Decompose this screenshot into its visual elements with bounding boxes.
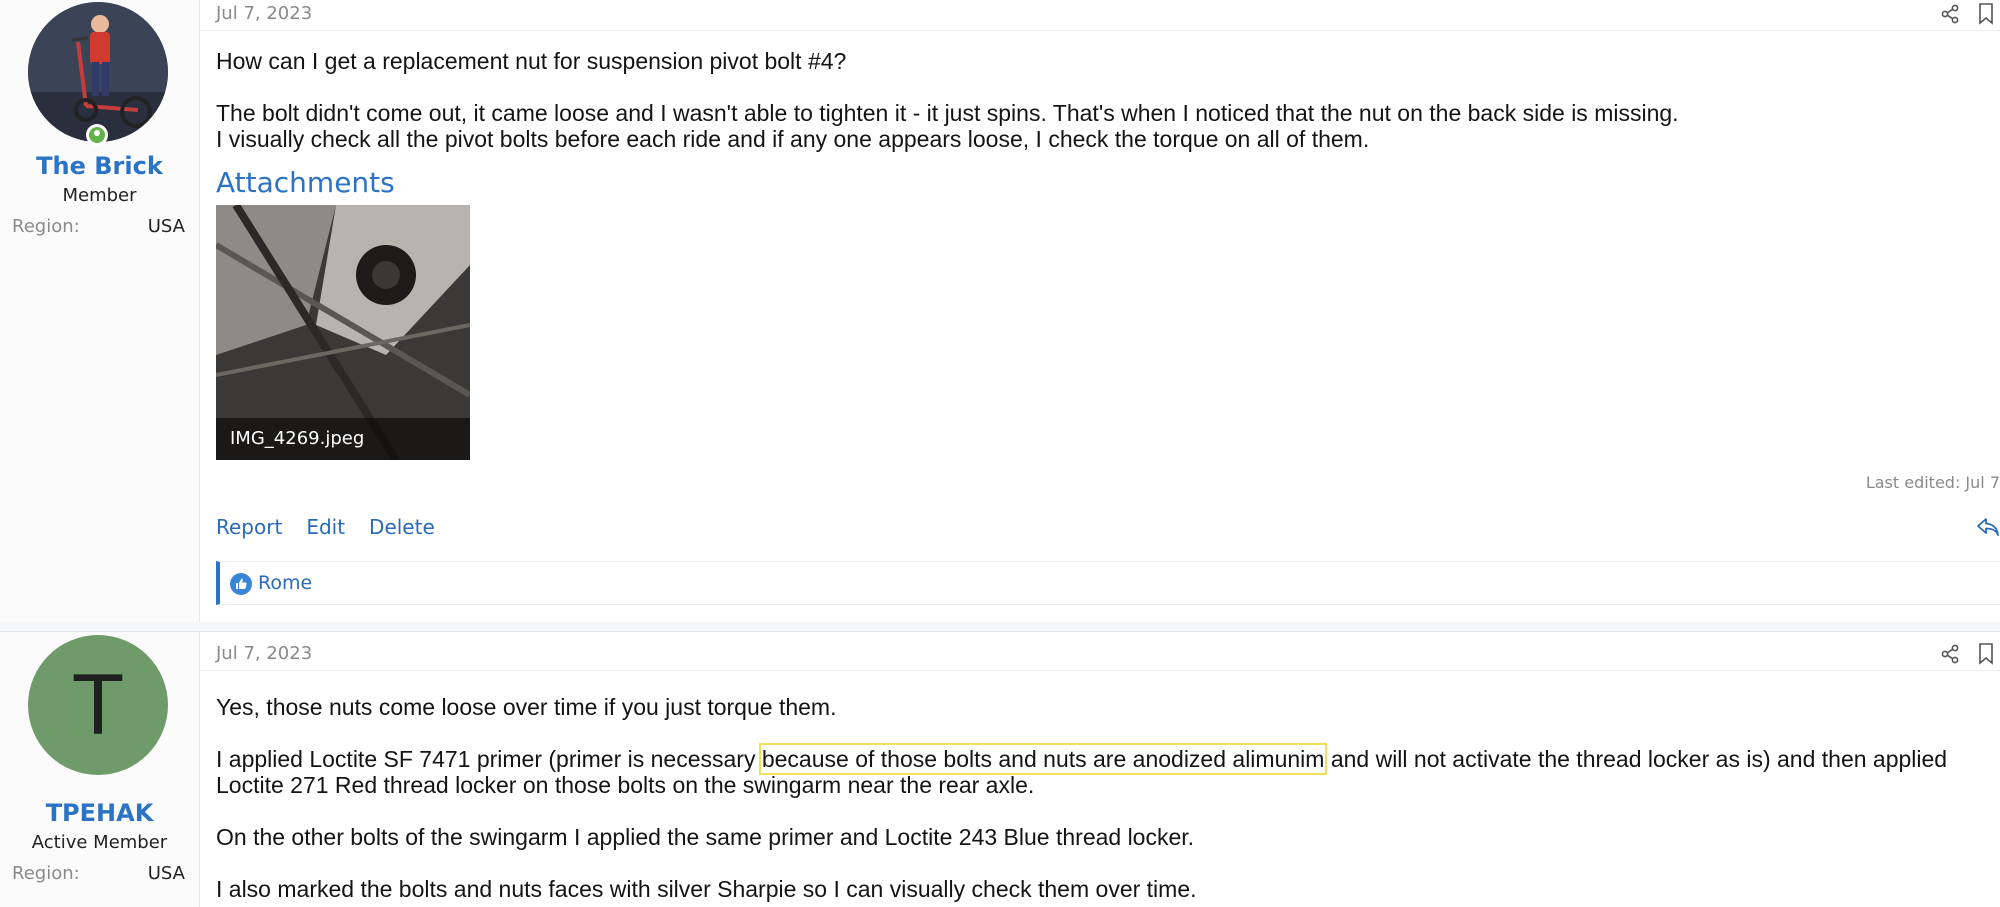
message-post-2: T TPEHAK Active Member Region: USA Jul 7…: [0, 631, 2000, 907]
post-header: Jul 7, 2023: [200, 640, 2000, 671]
region-label: Region:: [12, 216, 80, 237]
attachment-filename: IMG_4269.jpeg: [216, 418, 470, 460]
message-post-1: The Brick Member Region: USA Jul 7, 2023…: [0, 0, 2000, 623]
avatar-letter: T: [71, 657, 125, 753]
text-segment: I applied Loctite SF 7471 primer (primer…: [216, 746, 762, 772]
post-header: Jul 7, 2023: [200, 0, 2000, 31]
message-body: How can I get a replacement nut for susp…: [216, 48, 1990, 152]
share-icon[interactable]: [1940, 4, 1960, 24]
region-value: USA: [147, 863, 185, 884]
reactions-bar: Rome: [216, 561, 2000, 605]
message-paragraph: How can I get a replacement nut for susp…: [216, 48, 847, 74]
post-actions: Report Edit Delete: [216, 515, 435, 539]
post-separator: [0, 622, 2000, 631]
share-icon[interactable]: [1940, 644, 1960, 664]
message-main: Jul 7, 2023 Yes, those nuts come loose o…: [200, 632, 2000, 907]
message-paragraph: I applied Loctite SF 7471 primer (primer…: [216, 743, 1990, 798]
bookmark-icon[interactable]: [1978, 643, 1994, 665]
online-status-icon: [86, 124, 108, 146]
highlighted-text: because of those bolts and nuts are anod…: [758, 743, 1328, 775]
user-title: Member: [62, 185, 137, 206]
username[interactable]: The Brick: [0, 152, 199, 180]
region-value: USA: [147, 216, 185, 237]
message-paragraph: On the other bolts of the swingarm I app…: [216, 824, 1195, 850]
avatar[interactable]: [28, 2, 168, 142]
message-paragraph: The bolt didn't come out, it came loose …: [216, 100, 1679, 126]
user-info-cell: T TPEHAK Active Member Region: USA: [0, 632, 200, 907]
message-main: Jul 7, 2023 How can I get a replacement …: [200, 0, 2000, 622]
user-info-cell: The Brick Member Region: USA: [0, 0, 200, 622]
delete-link[interactable]: Delete: [369, 515, 435, 539]
edit-link[interactable]: Edit: [306, 515, 345, 539]
username[interactable]: TPEHAK: [0, 799, 199, 827]
avatar[interactable]: T: [28, 635, 168, 775]
reply-icon[interactable]: [1976, 516, 2000, 538]
post-date[interactable]: Jul 7, 2023: [216, 3, 312, 24]
message-body: Yes, those nuts come loose over time if …: [216, 694, 1990, 902]
reaction-user-link[interactable]: Rome: [258, 572, 312, 594]
attachments-heading: Attachments: [216, 166, 395, 199]
attachment-thumbnail[interactable]: IMG_4269.jpeg: [216, 205, 470, 460]
last-edited-note: Last edited: Jul 7: [1865, 473, 2000, 492]
like-icon: [230, 573, 252, 595]
message-paragraph: I also marked the bolts and nuts faces w…: [216, 876, 1197, 902]
avatar-photo-image: [28, 2, 168, 142]
post-date[interactable]: Jul 7, 2023: [216, 643, 312, 664]
region-label: Region:: [12, 863, 80, 884]
message-paragraph: I visually check all the pivot bolts bef…: [216, 126, 1370, 152]
bookmark-icon[interactable]: [1978, 3, 1994, 25]
message-paragraph: Yes, those nuts come loose over time if …: [216, 694, 837, 720]
user-title: Active Member: [31, 832, 168, 853]
report-link[interactable]: Report: [216, 515, 282, 539]
